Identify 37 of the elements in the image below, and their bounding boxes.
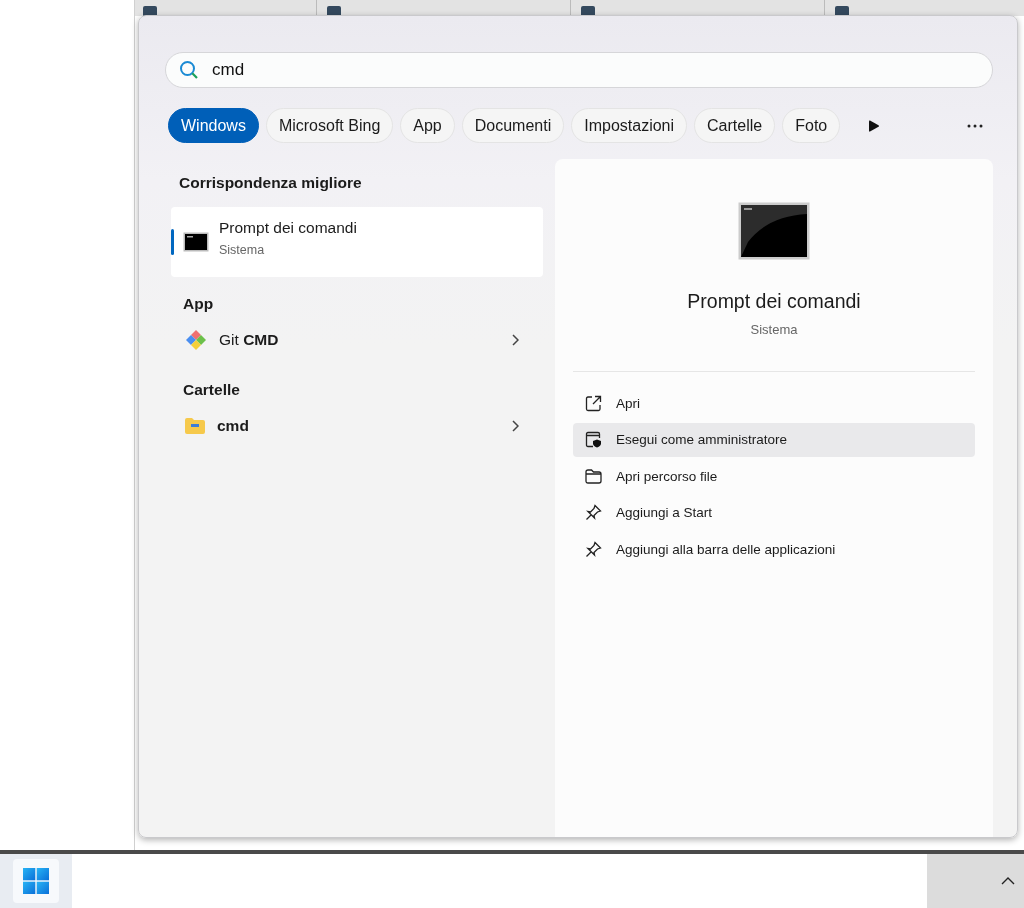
filter-chip[interactable]: Microsoft Bing — [265, 108, 394, 143]
action-item[interactable]: Apri percorso file — [573, 459, 975, 493]
windows-logo-icon — [23, 868, 49, 894]
pin-icon — [585, 540, 602, 558]
chevron-right-icon[interactable] — [511, 334, 519, 346]
terminal-icon — [738, 202, 810, 260]
action-item[interactable]: Esegui come amministratore — [573, 422, 975, 457]
search-icon — [179, 60, 199, 80]
folder-icon — [185, 418, 205, 434]
diamond-icon — [185, 329, 207, 351]
filter-chip[interactable]: App — [400, 108, 455, 143]
item-title: Prompt dei comandi — [219, 219, 357, 237]
folder-icon — [585, 468, 602, 484]
filter-chip[interactable]: Impostazioni — [571, 108, 688, 143]
filter-chip[interactable]: Foto — [782, 108, 841, 143]
filter-chip[interactable]: Documenti — [461, 108, 565, 143]
filter-chip[interactable]: Cartelle — [694, 108, 776, 143]
search-field[interactable]: cmd — [165, 52, 993, 88]
window-shield-icon — [585, 431, 602, 448]
action-item[interactable]: Apri — [573, 386, 975, 420]
section-heading: App — [182, 295, 215, 313]
action-item[interactable]: Aggiungi alla barra delle applicazioni — [573, 532, 975, 566]
terminal-icon — [183, 232, 209, 252]
result-label[interactable]: cmd — [217, 417, 499, 435]
result-label[interactable]: Git CMD — [219, 331, 499, 349]
filter-chip[interactable]: Windows — [168, 108, 259, 143]
external-link-icon — [585, 394, 602, 412]
action-item[interactable]: Aggiungi a Start — [573, 495, 975, 530]
chevron-right-icon[interactable] — [511, 420, 519, 432]
section-heading: Cartelle — [182, 381, 241, 399]
app-title: Prompt dei comandi — [687, 290, 861, 313]
best-match-item[interactable]: Prompt dei comandi Sistema — [171, 207, 543, 277]
pin-icon — [585, 504, 602, 521]
item-subtitle: Sistema — [219, 243, 266, 257]
section-heading: Corrispondenza migliore — [178, 174, 363, 192]
start-button[interactable] — [13, 859, 59, 903]
app-subtitle: Sistema — [750, 322, 798, 337]
